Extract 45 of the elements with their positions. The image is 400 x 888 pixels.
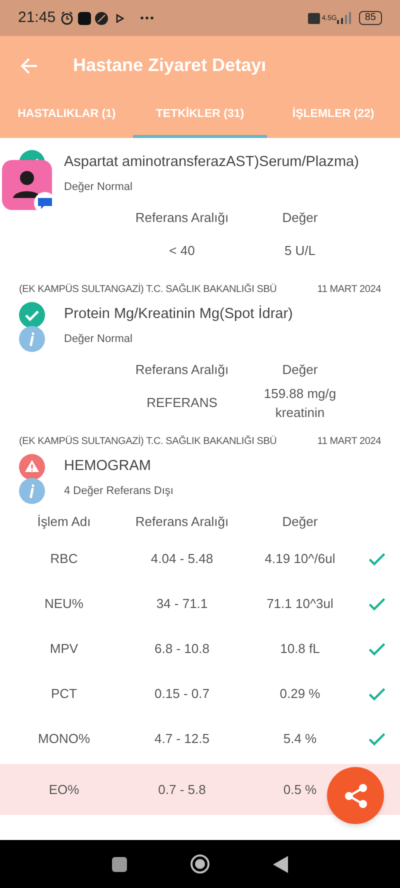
table-cell-text: 0.15 - 0.7 [154,684,210,703]
column-header: Değer [281,209,319,228]
test-name: HEMOGRAM [64,457,151,476]
table-cell-text: PCT [51,684,77,703]
table-cell-text: RBC [50,550,78,568]
table-cell-text: REFERANS [146,394,218,412]
table-cell-text: 4.04 - 5.48 [150,550,214,568]
column-header: Değer [281,513,319,532]
result-date: 11 MART 2024 [317,283,381,297]
result-date: 11 MART 2024 [317,435,381,449]
table-cell-text: 6.8 - 10.8 [154,640,210,658]
table-cell-text: 159.88 mg/g kreatinin [262,384,338,422]
table-cell-text: EO% [48,780,80,799]
table-cell-text: MONO% [38,730,90,748]
test-name: Aspartat aminotransferazAST)Serum/Plazma) [64,153,359,172]
test-name: Protein Mg/Kreatinin Mg(Spot İdrar) [64,304,293,324]
table-cell-text: NEU% [44,594,84,613]
app-bar-title: Hastane Ziyaret Detayı [73,54,266,77]
column-header: Referans Aralığı [134,209,230,228]
column-header: İşlem Adı [36,513,92,532]
result-note: Değer Normal [64,180,132,195]
table-cell-text: 10.8 fL [280,640,320,658]
table-cell-text: 0.29 % [280,684,320,703]
result-note: Değer Normal [64,332,132,347]
table-cell-text: 5.4 % [283,730,317,748]
table-cell-text: 5 U/L [284,242,316,260]
table-cell-text: 0.7 - 5.8 [158,780,206,799]
tab[interactable]: İŞLEMLER (22) [266,95,400,138]
table-cell-text: 4.19 10^/6ul [264,550,336,568]
table-cell-text: < 40 [169,242,195,260]
hospital-name: (EK KAMPÜS SULTANGAZİ) T.C. SAĞLIK BAKANLIĞI SBÜ [19,434,277,449]
battery-indicator: 85 [358,11,382,25]
table-cell-text: 4.7 - 12.5 [154,730,210,748]
table-cell-text: 71.1 10^3ul [266,594,334,613]
column-header: Referans Aralığı [134,513,230,532]
result-note: 4 Değer Referans Dışı [64,484,174,499]
column-header: Değer [281,361,319,380]
column-header: Referans Aralığı [134,361,230,380]
status-time: 21:45 [18,8,56,28]
tab[interactable]: TETKİKLER (31) [133,95,267,138]
table-cell-text: MPV [50,640,78,658]
table-cell-text: 0.5 % [283,780,317,799]
tab[interactable]: HASTALIKLAR (1) [0,95,134,138]
table-cell-text: 34 - 71.1 [156,594,208,613]
hospital-name: (EK KAMPÜS SULTANGAZİ) T.C. SAĞLIK BAKANLIĞI SBÜ [19,282,277,297]
